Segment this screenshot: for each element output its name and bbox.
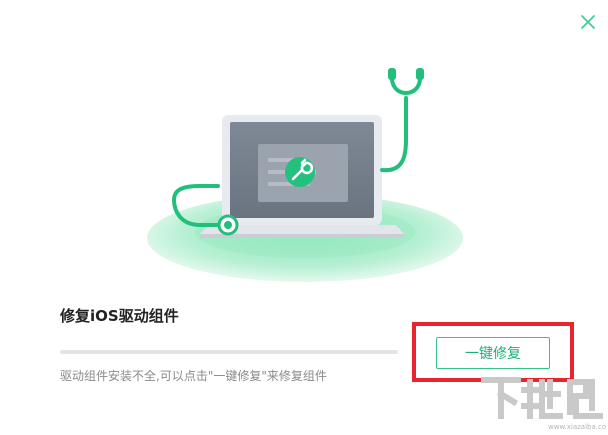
- progress-bar: [60, 350, 398, 354]
- close-icon: [581, 15, 595, 29]
- svg-text:www.xiazaiba.com: www.xiazaiba.com: [548, 423, 606, 431]
- one-click-repair-button[interactable]: 一键修复: [436, 337, 550, 369]
- repair-dialog: 修复iOS驱动组件 驱动组件安装不全,可以点击"一键修复"来修复组件 一键修复 …: [0, 0, 608, 435]
- laptop-stethoscope-illustration: [147, 68, 463, 282]
- wrench-icon: [285, 157, 315, 187]
- close-button[interactable]: [578, 12, 598, 32]
- dialog-title: 修复iOS驱动组件: [60, 307, 179, 325]
- watermark-logo: www.xiazaiba.com: [481, 377, 606, 431]
- hint-text: 驱动组件安装不全,可以点击"一键修复"来修复组件: [60, 369, 327, 383]
